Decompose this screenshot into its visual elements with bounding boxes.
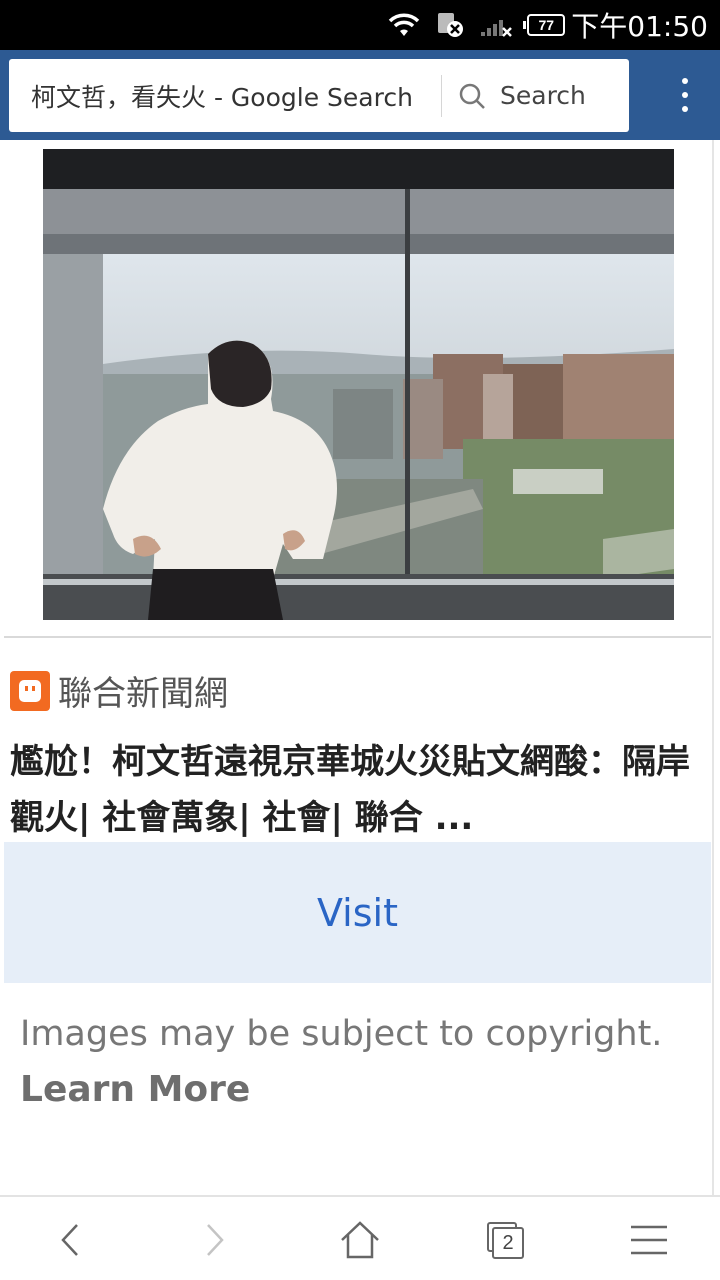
forward-arrow-icon [207,1223,224,1256]
home-button[interactable] [323,1197,397,1280]
tabs-icon: 2 [487,1221,524,1259]
overflow-menu-icon[interactable] [678,78,692,112]
wifi-icon [387,12,421,38]
search-icon [459,83,485,109]
learn-more-link[interactable]: Learn More [20,1066,250,1114]
bottom-navigation: 2 [0,1195,720,1280]
back-button[interactable] [35,1197,105,1280]
signal-off-icon [479,12,513,38]
home-icon [341,1220,379,1258]
content-divider [4,636,711,638]
copyright-notice: Images may be subject to copyright. [20,1014,663,1054]
visit-button[interactable]: Visit [4,842,711,983]
source-name: 聯合新聞網 [58,674,228,714]
address-bar[interactable]: 柯文哲，看失火 - Google Search Search [9,59,629,132]
status-bar: 77 下午01:50 [0,0,720,50]
result-title[interactable]: 尷尬！柯文哲遠視京華城火災貼文網酸：隔岸觀火| 社會萬象| 社會| 聯合 ... [10,734,710,846]
battery-icon: 77 [523,14,566,36]
browser-screen: 77 下午01:50 柯文哲，看失火 - Google Search Searc… [0,0,720,1280]
clock: 下午01:50 [571,10,708,43]
tab-count: 2 [492,1226,524,1259]
result-source[interactable]: 聯合新聞網 [10,666,228,715]
url-text[interactable]: 柯文哲，看失火 - Google Search [9,78,441,114]
search-label: Search [500,81,586,110]
search-button[interactable]: Search [442,59,629,132]
battery-level: 77 [523,14,566,36]
tabs-button[interactable]: 2 [468,1197,542,1280]
back-arrow-icon [61,1223,78,1256]
result-image[interactable] [43,149,674,620]
browser-toolbar: 柯文哲，看失火 - Google Search Search [0,50,720,140]
forward-button[interactable] [180,1197,250,1280]
hamburger-menu-icon [631,1225,667,1254]
sim-blocked-icon [435,11,465,39]
udn-logo-icon [10,670,50,711]
scroll-edge [712,140,714,1195]
main-menu-button[interactable] [612,1197,686,1280]
